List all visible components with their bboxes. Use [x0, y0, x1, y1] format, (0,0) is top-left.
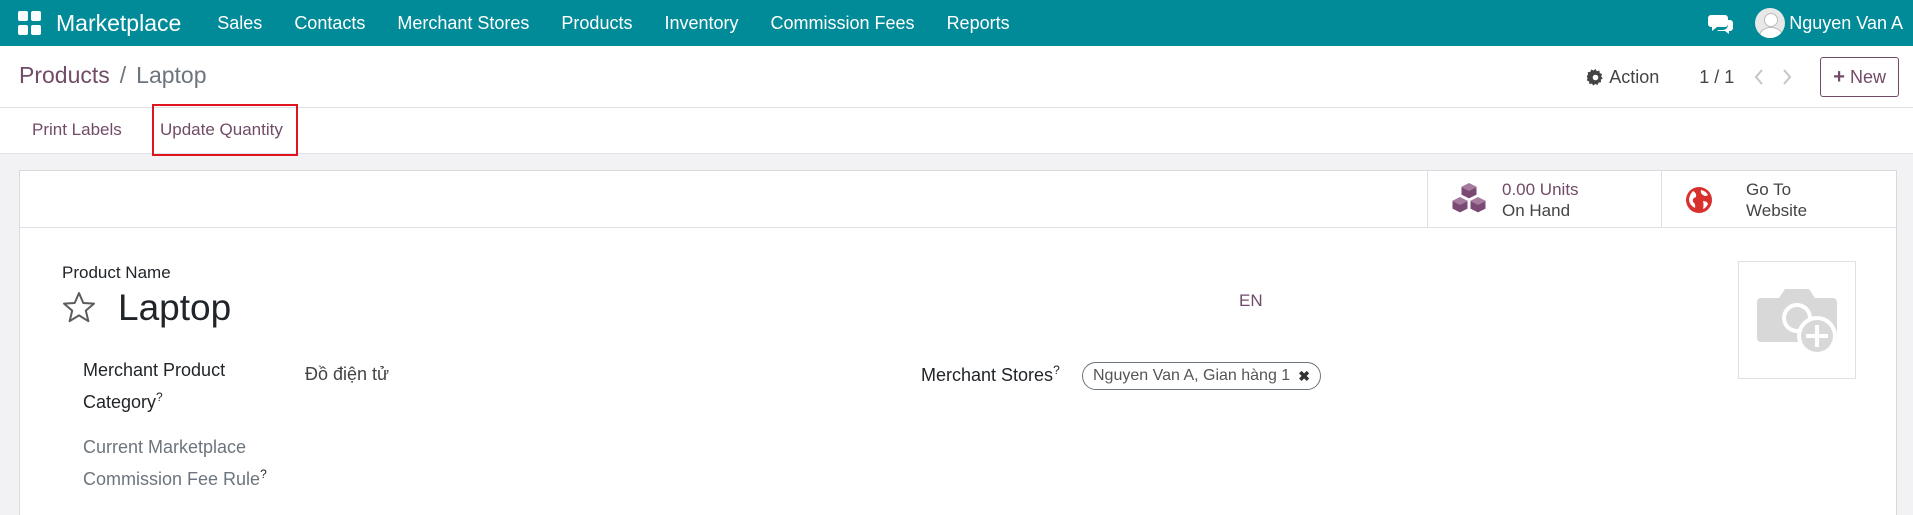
control-panel: Products / Laptop Action 1 / 1 + New [0, 46, 1913, 108]
merchant-category-label: Merchant Product Category? [83, 357, 225, 416]
website-label-2: Website [1746, 200, 1808, 220]
help-icon[interactable]: ? [156, 390, 163, 404]
menu-reports[interactable]: Reports [931, 13, 1026, 34]
on-hand-label: On Hand [1502, 200, 1571, 220]
smart-button-bar: 0.00 Units On Hand Go To Website [20, 171, 1896, 228]
app-brand[interactable]: Marketplace [56, 10, 181, 37]
breadcrumb-separator: / [119, 62, 127, 88]
breadcrumb-current: Laptop [136, 62, 207, 88]
merchant-stores-label: Merchant Stores? [921, 357, 1060, 389]
star-icon[interactable] [62, 291, 96, 325]
menu-products[interactable]: Products [545, 13, 648, 34]
breadcrumb: Products / Laptop [19, 62, 207, 89]
print-labels-button[interactable]: Print Labels [32, 120, 122, 140]
gear-icon [1587, 68, 1604, 86]
camera-add-icon [1757, 289, 1837, 356]
breadcrumb-products-link[interactable]: Products [19, 62, 110, 89]
product-image-upload[interactable] [1738, 261, 1856, 379]
merchant-category-value[interactable]: Đồ điện tử [305, 364, 389, 385]
pager-value[interactable]: 1 / 1 [1699, 67, 1734, 88]
chat-icon[interactable] [1707, 9, 1735, 37]
chevron-left-icon [1754, 69, 1764, 85]
product-name-label: Product Name [62, 263, 171, 282]
new-label: New [1849, 66, 1886, 87]
highlight-box [152, 104, 298, 156]
go-to-website-button[interactable]: Go To Website [1661, 171, 1897, 228]
merchant-category-label-line1: Merchant Product [83, 360, 226, 380]
help-icon[interactable]: ? [1053, 363, 1060, 377]
commission-label-line2: Commission Fee Rule [83, 469, 261, 489]
menu-contacts[interactable]: Contacts [278, 13, 381, 34]
commission-label-line1: Current Marketplace [83, 437, 247, 457]
menu-commission-fees[interactable]: Commission Fees [755, 13, 931, 34]
website-label-1: Go To [1746, 179, 1792, 199]
on-hand-value: 0.00 Units [1502, 179, 1579, 199]
on-hand-button[interactable]: 0.00 Units On Hand [1427, 171, 1661, 228]
help-icon[interactable]: ? [260, 467, 267, 481]
pager-next-button[interactable] [1778, 65, 1796, 89]
user-name[interactable]: Nguyen Van A [1789, 13, 1903, 34]
cubes-icon [1451, 181, 1487, 214]
merchant-store-tag[interactable]: Nguyen Van A, Gian hàng 1 ✖ [1082, 362, 1321, 390]
remove-tag-icon[interactable]: ✖ [1298, 368, 1310, 385]
menu-merchant-stores[interactable]: Merchant Stores [381, 13, 545, 34]
chevron-right-icon [1783, 69, 1792, 85]
action-label: Action [1609, 66, 1660, 87]
pager-previous-button[interactable] [1750, 65, 1768, 89]
avatar[interactable] [1755, 8, 1786, 38]
commission-fee-rule-label: Current Marketplace Commission Fee Rule? [83, 434, 267, 493]
top-navbar: Marketplace Sales Contacts Merchant Stor… [0, 0, 1913, 46]
menu-inventory[interactable]: Inventory [648, 13, 754, 34]
apps-menu-icon[interactable] [18, 11, 42, 35]
form-sheet: 0.00 Units On Hand Go To Website Product… [19, 170, 1897, 515]
language-button[interactable]: EN [1239, 291, 1263, 311]
globe-icon [1686, 186, 1712, 213]
navbar-right: Nguyen Van A [1707, 0, 1903, 46]
merchant-category-label-line2: Category [83, 392, 157, 412]
new-button[interactable]: + New [1820, 57, 1899, 97]
plus-icon: + [1833, 65, 1845, 88]
merchant-store-tag-label: Nguyen Van A, Gian hàng 1 [1093, 367, 1291, 384]
merchant-stores-label-text: Merchant Stores [921, 365, 1054, 385]
product-name-input[interactable]: Laptop [118, 287, 231, 329]
control-panel-right: Action 1 / 1 + New [1587, 57, 1899, 97]
action-button[interactable]: Action [1587, 67, 1659, 88]
menu-sales[interactable]: Sales [201, 13, 278, 34]
